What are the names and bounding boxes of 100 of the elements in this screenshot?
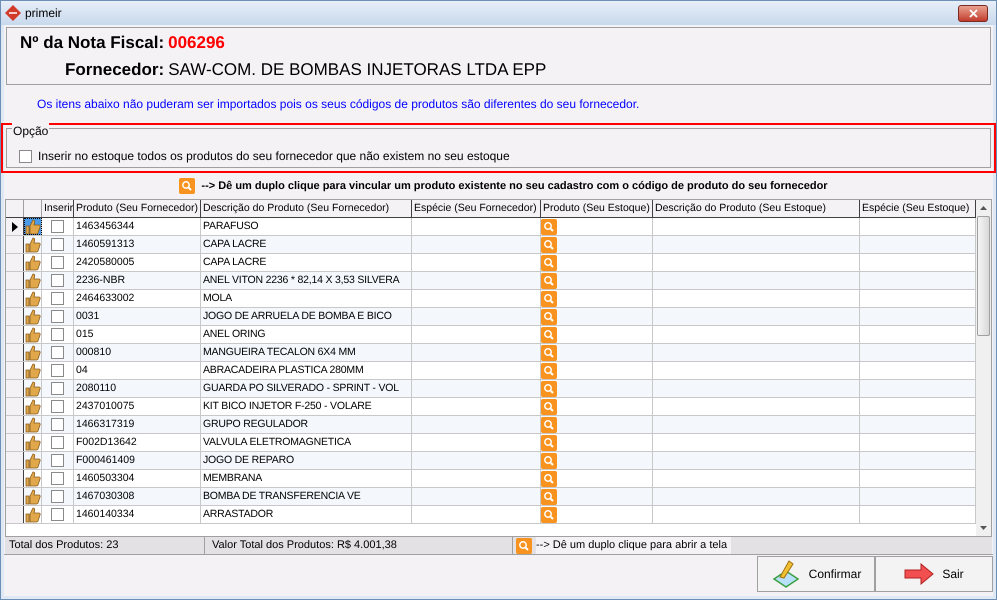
column-header[interactable]: Produto (Seu Estoque) — [541, 200, 653, 217]
search-icon[interactable] — [541, 380, 557, 396]
thumbs-up-icon — [24, 380, 40, 396]
row-indicator[interactable] — [6, 344, 24, 361]
search-icon[interactable] — [541, 506, 557, 522]
row-indicator[interactable] — [6, 326, 24, 343]
table-cell: PARAFUSO — [201, 218, 412, 235]
search-icon[interactable] — [541, 434, 557, 450]
checkbox[interactable] — [19, 150, 32, 162]
table-cell: 2236-NBR — [74, 272, 201, 289]
row-indicator[interactable] — [6, 272, 24, 289]
search-icon[interactable] — [541, 272, 557, 288]
magnifier-icon[interactable] — [179, 178, 196, 194]
row-indicator[interactable] — [6, 488, 24, 505]
row-indicator[interactable] — [6, 470, 24, 487]
right-arrow-icon — [904, 563, 934, 585]
insert-checkbox[interactable] — [51, 490, 64, 503]
insert-checkbox[interactable] — [51, 238, 64, 251]
insert-checkbox[interactable] — [51, 220, 64, 233]
table-cell: VALVULA ELETROMAGNETICA — [201, 434, 412, 451]
insert-checkbox[interactable] — [51, 382, 64, 395]
search-icon[interactable] — [541, 416, 557, 432]
notebook-pencil-icon — [770, 559, 801, 589]
row-indicator[interactable] — [6, 254, 24, 271]
thumbs-up-icon — [24, 470, 40, 486]
table-cell: 1460591313 — [74, 236, 201, 253]
thumbs-up-icon — [24, 272, 40, 288]
column-header[interactable]: Inserir — [42, 200, 74, 217]
app-logo-icon — [5, 5, 21, 21]
search-icon[interactable] — [541, 488, 557, 504]
search-icon[interactable] — [541, 398, 557, 414]
insert-checkbox[interactable] — [51, 346, 64, 359]
close-icon[interactable] — [968, 8, 978, 18]
table-cell: 2464633002 — [74, 290, 201, 307]
insert-checkbox[interactable] — [51, 436, 64, 449]
status-hint: --> Dê um duplo clique para abrir a tela — [536, 537, 732, 554]
insert-checkbox[interactable] — [51, 472, 64, 485]
scroll-up-icon[interactable] — [980, 206, 987, 210]
thumbs-up-icon — [24, 308, 40, 324]
close-button[interactable] — [958, 4, 988, 22]
search-icon[interactable] — [541, 344, 557, 360]
row-indicator[interactable] — [6, 290, 24, 307]
table-cell: GRUPO REGULADOR — [201, 416, 412, 433]
row-indicator[interactable] — [6, 506, 24, 523]
thumbs-up-icon — [24, 488, 40, 504]
thumbs-up-icon — [24, 254, 40, 270]
column-header[interactable]: Espécie (Seu Fornecedor) — [412, 200, 541, 217]
search-icon[interactable] — [541, 470, 557, 486]
row-indicator[interactable] — [6, 452, 24, 469]
table-cell: 0031 — [74, 308, 201, 325]
table-cell: 2437010075 — [74, 398, 201, 415]
row-indicator[interactable] — [6, 380, 24, 397]
column-header[interactable]: Descrição do Produto (Seu Fornecedor) — [201, 200, 412, 217]
row-indicator[interactable] — [6, 362, 24, 379]
thumbs-up-icon — [24, 326, 40, 342]
thumbs-up-icon — [24, 362, 40, 378]
search-icon[interactable] — [541, 326, 557, 342]
insert-checkbox[interactable] — [51, 400, 64, 413]
invoice-number: 006296 — [168, 32, 225, 54]
row-indicator[interactable] — [6, 236, 24, 253]
search-icon[interactable] — [541, 308, 557, 324]
column-header[interactable]: Produto (Seu Fornecedor) — [74, 200, 201, 217]
hint-text: --> Dê um duplo clique para vincular um produto existente no seu cadastro com o código de produto do seu fornecedor — [201, 178, 828, 194]
table-cell: 1466317319 — [74, 416, 201, 433]
confirm-button[interactable]: Confirmar — [757, 556, 875, 592]
insert-checkbox[interactable] — [51, 454, 64, 467]
supplier-label: Fornecedor: — [65, 58, 164, 80]
search-icon[interactable] — [541, 254, 557, 270]
table-cell: JOGO DE ARRUELA DE BOMBA E BICO — [201, 308, 412, 325]
column-header[interactable]: Descrição do Produto (Seu Estoque) — [653, 200, 860, 217]
table-cell: BOMBA DE TRANSFERENCIA VE — [201, 488, 412, 505]
insert-checkbox[interactable] — [51, 256, 64, 269]
scroll-down-icon[interactable] — [980, 526, 987, 530]
magnifier-icon[interactable] — [516, 538, 532, 554]
thumbs-up-icon — [24, 236, 40, 252]
exit-button[interactable]: Sair — [875, 556, 993, 592]
thumbs-up-icon — [24, 416, 40, 432]
insert-checkbox[interactable] — [51, 310, 64, 323]
insert-checkbox[interactable] — [51, 508, 64, 521]
insert-checkbox[interactable] — [51, 292, 64, 305]
insert-checkbox[interactable] — [51, 328, 64, 341]
row-indicator[interactable] — [6, 308, 24, 325]
table-cell: ANEL ORING — [201, 326, 412, 343]
table-cell: CAPA LACRE — [201, 254, 412, 271]
row-indicator[interactable] — [6, 398, 24, 415]
search-icon[interactable] — [541, 362, 557, 378]
insert-checkbox[interactable] — [51, 418, 64, 431]
search-icon[interactable] — [541, 236, 557, 252]
insert-checkbox[interactable] — [51, 364, 64, 377]
table-cell: GUARDA PO SILVERADO - SPRINT - VOL — [201, 380, 412, 397]
row-indicator[interactable] — [6, 434, 24, 451]
row-indicator[interactable] — [6, 218, 24, 235]
row-indicator[interactable] — [6, 416, 24, 433]
thumbs-up-icon — [24, 506, 40, 522]
search-icon[interactable] — [541, 290, 557, 306]
search-icon[interactable] — [541, 452, 557, 468]
table-cell: CAPA LACRE — [201, 236, 412, 253]
insert-checkbox[interactable] — [51, 274, 64, 287]
vertical-scrollbar[interactable] — [976, 200, 991, 536]
search-icon[interactable] — [541, 218, 557, 234]
